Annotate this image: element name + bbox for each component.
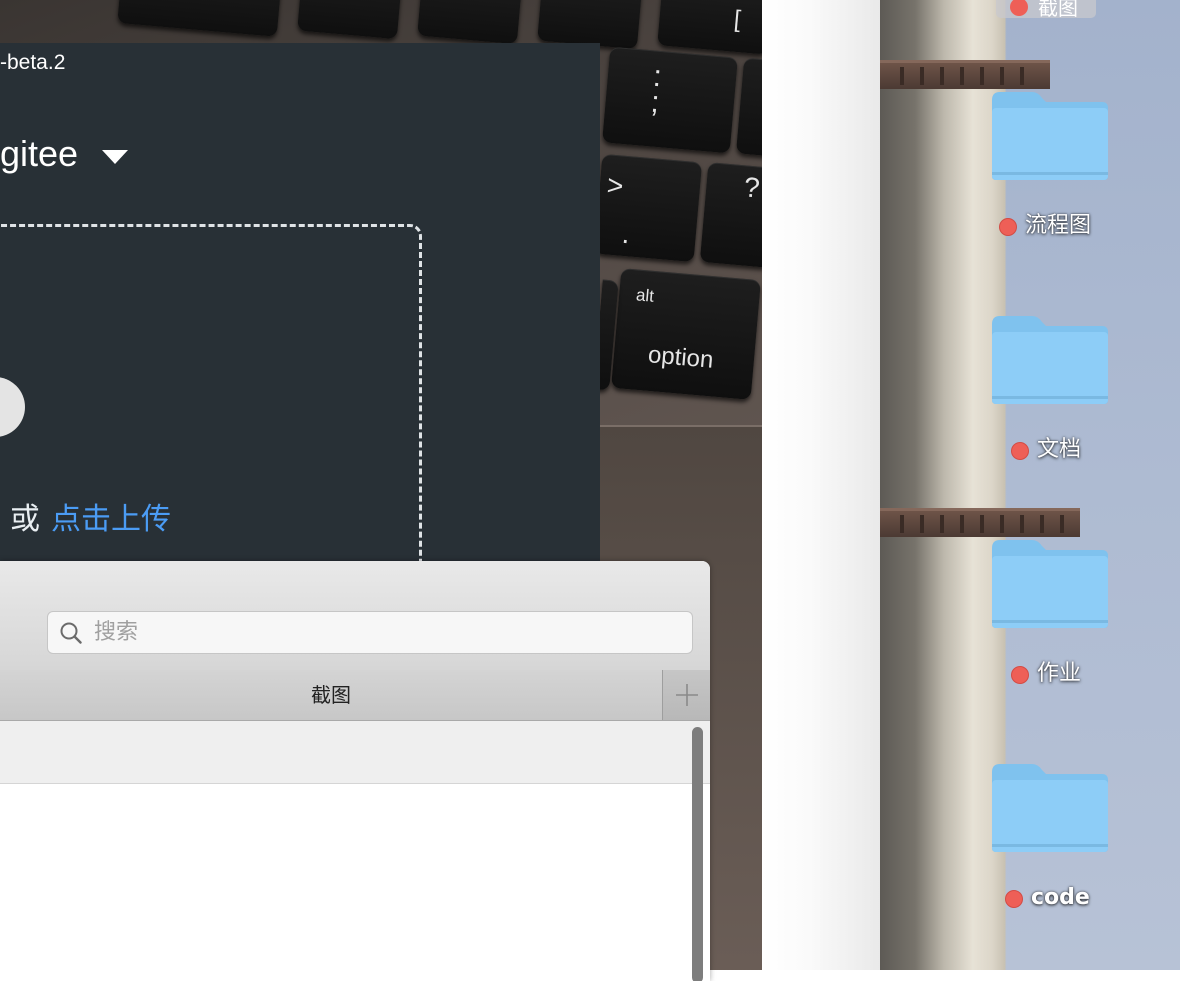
repo-selector[interactable]: gitee: [0, 133, 78, 175]
add-tab-button[interactable]: [662, 670, 710, 720]
red-tag-dot: [1011, 442, 1029, 460]
tab-screenshots[interactable]: 截图: [0, 670, 662, 720]
red-tag-dot: [999, 218, 1017, 236]
key-alt-label: alt: [635, 285, 655, 306]
tower-balcony: [880, 60, 1050, 89]
version-label: -beta.2: [0, 51, 66, 74]
file-list[interactable]: [0, 784, 710, 981]
keyboard-key: [417, 0, 523, 45]
keyboard-key: [537, 0, 643, 50]
red-tag-dot: [1005, 890, 1023, 908]
keyboard-key-option: [611, 268, 761, 400]
file-browser-window: 截图: [0, 561, 710, 981]
vertical-scrollbar[interactable]: [690, 723, 706, 981]
keyboard-key: [735, 57, 762, 159]
window-gap-strip: [762, 0, 880, 970]
desktop-item-screenshots[interactable]: 截图: [996, 0, 1096, 20]
red-tag-dot: [1010, 0, 1028, 16]
folder-icon[interactable]: [990, 86, 1110, 182]
tower-balcony: [880, 508, 1080, 537]
click-upload-link[interactable]: 点击上传: [51, 494, 171, 538]
desktop-item-label: 截图: [1038, 0, 1078, 20]
scrollbar-thumb[interactable]: [692, 727, 703, 981]
plus-icon: [676, 684, 698, 706]
uploader-window: -beta.2 gitee 或 点击上传: [0, 43, 600, 590]
keyboard-key: [657, 0, 762, 55]
key-gt-label: >: [605, 169, 625, 202]
key-option-label: option: [646, 341, 715, 374]
folder-icon[interactable]: [990, 534, 1110, 630]
list-header-row: [0, 721, 710, 784]
keyboard-key: [117, 0, 283, 37]
tab-bar: 截图: [0, 670, 710, 721]
keyboard-key: [297, 0, 403, 40]
window-toolbar: [0, 561, 710, 671]
folder-name: 作业: [1037, 661, 1082, 686]
search-input[interactable]: [94, 616, 674, 649]
folder-icon[interactable]: [990, 758, 1110, 854]
key-question-label: ?: [742, 171, 761, 204]
red-tag-dot: [1011, 666, 1029, 684]
keyboard-key-semicolon: [602, 46, 738, 154]
search-field[interactable]: [47, 611, 693, 654]
folder-name: code: [1031, 885, 1090, 910]
repo-name: gitee: [0, 133, 79, 174]
search-icon: [60, 622, 82, 644]
folder-name: 文档: [1037, 437, 1082, 462]
folder-icon[interactable]: [990, 310, 1110, 406]
dropdown-caret-icon[interactable]: [102, 150, 128, 164]
folder-name: 流程图: [1025, 213, 1092, 238]
or-text: 或: [10, 502, 40, 537]
